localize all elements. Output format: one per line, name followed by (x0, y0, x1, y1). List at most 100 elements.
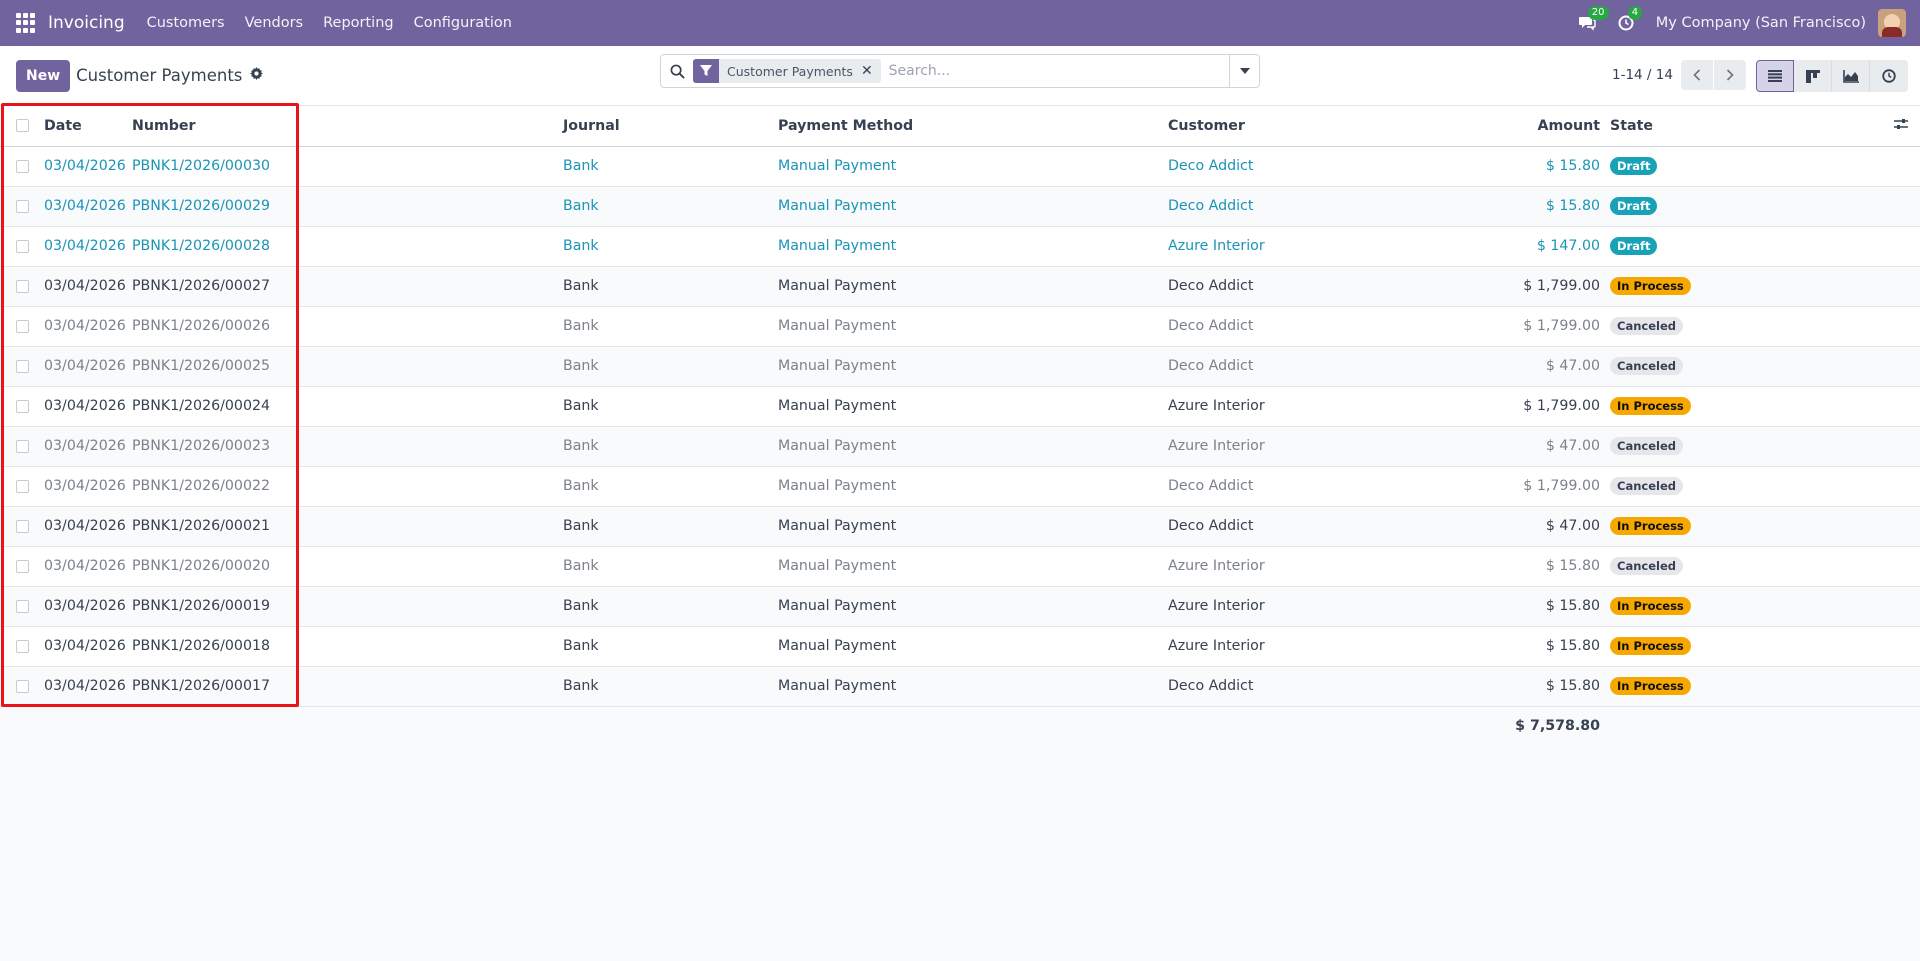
cell-empty (1890, 506, 1920, 547)
table-row[interactable]: 03/04/2026 PBNK1/2026/00019 Bank Manual Pay… (0, 586, 1920, 627)
cell-amount: $ 15.80 (1264, 586, 1610, 627)
cell-state: In Process (1610, 626, 1890, 667)
app-name[interactable]: Invoicing (48, 13, 125, 33)
cell-payment-method: Manual Payment (778, 386, 1168, 427)
activities-button[interactable]: 4 (1618, 6, 1643, 31)
top-navbar: Invoicing Customers Vendors Reporting Co… (0, 0, 1920, 46)
user-avatar[interactable] (1878, 9, 1906, 37)
table-row[interactable]: 03/04/2026 PBNK1/2026/00025 Bank Manual Pay… (0, 346, 1920, 387)
table-row[interactable]: 03/04/2026 PBNK1/2026/00028 Bank Manual Pay… (0, 226, 1920, 267)
table-row[interactable]: 03/04/2026 PBNK1/2026/00027 Bank Manual Pay… (0, 266, 1920, 307)
cell-amount: $ 47.00 (1264, 506, 1610, 547)
row-checkbox[interactable] (16, 399, 29, 413)
status-badge: In Process (1610, 677, 1691, 695)
select-all-checkbox[interactable] (16, 119, 29, 133)
new-button[interactable]: New (16, 59, 71, 92)
row-select-cell (0, 546, 44, 587)
cell-amount: $ 15.80 (1264, 146, 1610, 187)
view-switcher (1756, 60, 1908, 92)
cell-empty (1890, 586, 1920, 627)
list-view-button[interactable] (1756, 60, 1794, 92)
row-select-cell (0, 586, 44, 627)
pager-value[interactable]: 1-14 / 14 (1612, 67, 1673, 83)
app-menu-icon[interactable] (16, 13, 36, 33)
cell-number: PBNK1/2026/00018 (132, 626, 563, 667)
cell-state: Canceled (1610, 466, 1890, 507)
search-input[interactable] (888, 63, 1229, 79)
status-badge: In Process (1610, 597, 1691, 615)
cell-amount: $ 47.00 (1264, 346, 1610, 387)
close-icon[interactable]: ✕ (861, 63, 881, 79)
total-spacer-right (1610, 706, 1920, 746)
row-checkbox[interactable] (16, 279, 29, 293)
column-state[interactable]: State (1610, 106, 1890, 147)
row-checkbox[interactable] (16, 639, 29, 653)
pager-previous-button[interactable] (1680, 60, 1713, 90)
cell-state: Draft (1610, 226, 1890, 267)
cell-payment-method: Manual Payment (778, 266, 1168, 307)
column-journal[interactable]: Journal (563, 106, 778, 147)
row-checkbox[interactable] (16, 319, 29, 333)
table-row[interactable]: 03/04/2026 PBNK1/2026/00026 Bank Manual Pay… (0, 306, 1920, 347)
menu-configuration[interactable]: Configuration (414, 15, 512, 31)
activity-view-button[interactable] (1870, 60, 1908, 92)
table-row[interactable]: 03/04/2026 PBNK1/2026/00029 Bank Manual Pay… (0, 186, 1920, 227)
graph-view-button[interactable] (1832, 60, 1870, 92)
column-payment-method[interactable]: Payment Method (778, 106, 1168, 147)
row-checkbox[interactable] (16, 519, 29, 533)
column-customer[interactable]: Customer (1168, 106, 1265, 147)
row-checkbox[interactable] (16, 359, 29, 373)
table-row[interactable]: 03/04/2026 PBNK1/2026/00024 Bank Manual Pay… (0, 386, 1920, 427)
menu-vendors[interactable]: Vendors (245, 15, 304, 31)
column-number[interactable]: Number (132, 106, 563, 147)
table-row[interactable]: 03/04/2026 PBNK1/2026/00017 Bank Manual Pay… (0, 666, 1920, 707)
status-badge: In Process (1610, 637, 1691, 655)
filter-facet: Customer Payments ✕ (693, 59, 881, 83)
pager-next-button[interactable] (1713, 60, 1746, 90)
table-row[interactable]: 03/04/2026 PBNK1/2026/00020 Bank Manual Pay… (0, 546, 1920, 587)
list-view: Date Number Journal Payment Method Custo… (0, 106, 1920, 746)
table-row[interactable]: 03/04/2026 PBNK1/2026/00018 Bank Manual Pay… (0, 626, 1920, 667)
cell-state: Canceled (1610, 546, 1890, 587)
row-checkbox[interactable] (16, 559, 29, 573)
cell-payment-method: Manual Payment (778, 546, 1168, 587)
row-select-cell (0, 266, 44, 307)
facet-label: Customer Payments (727, 63, 853, 79)
cell-number: PBNK1/2026/00030 (132, 146, 563, 187)
table-row[interactable]: 03/04/2026 PBNK1/2026/00023 Bank Manual Pay… (0, 426, 1920, 467)
search-icon[interactable] (661, 64, 693, 79)
row-checkbox[interactable] (16, 159, 29, 173)
column-date[interactable]: Date (44, 106, 132, 147)
messages-button[interactable]: 20 (1578, 6, 1609, 31)
gear-icon[interactable] (250, 67, 264, 84)
table-row[interactable]: 03/04/2026 PBNK1/2026/00021 Bank Manual Pay… (0, 506, 1920, 547)
status-badge: Draft (1610, 157, 1658, 175)
row-checkbox[interactable] (16, 479, 29, 493)
menu-customers[interactable]: Customers (147, 15, 225, 31)
cell-journal: Bank (563, 546, 778, 587)
company-switcher[interactable]: My Company (San Francisco) (1656, 15, 1866, 31)
row-checkbox[interactable] (16, 599, 29, 613)
row-checkbox[interactable] (16, 199, 29, 213)
cell-empty (1890, 226, 1920, 267)
cell-journal: Bank (563, 186, 778, 227)
messages-count-badge: 20 (1587, 6, 1609, 20)
kanban-view-button[interactable] (1794, 60, 1832, 92)
menu-reporting[interactable]: Reporting (323, 15, 394, 31)
status-badge: Canceled (1610, 317, 1683, 335)
cell-customer: Azure Interior (1168, 546, 1265, 587)
table-row[interactable]: 03/04/2026 PBNK1/2026/00022 Bank Manual Pay… (0, 466, 1920, 507)
cell-state: Canceled (1610, 306, 1890, 347)
cell-journal: Bank (563, 586, 778, 627)
row-checkbox[interactable] (16, 679, 29, 693)
row-checkbox[interactable] (16, 239, 29, 253)
cell-number: PBNK1/2026/00020 (132, 546, 563, 587)
cell-customer: Deco Addict (1168, 666, 1265, 707)
total-spacer (0, 706, 1265, 746)
optional-columns-toggle[interactable] (1890, 106, 1920, 147)
chevron-left-icon (1693, 69, 1701, 81)
table-row[interactable]: 03/04/2026 PBNK1/2026/00030 Bank Manual Pay… (0, 146, 1920, 187)
search-options-toggle[interactable] (1229, 55, 1259, 87)
column-amount[interactable]: Amount (1264, 106, 1610, 147)
row-checkbox[interactable] (16, 439, 29, 453)
